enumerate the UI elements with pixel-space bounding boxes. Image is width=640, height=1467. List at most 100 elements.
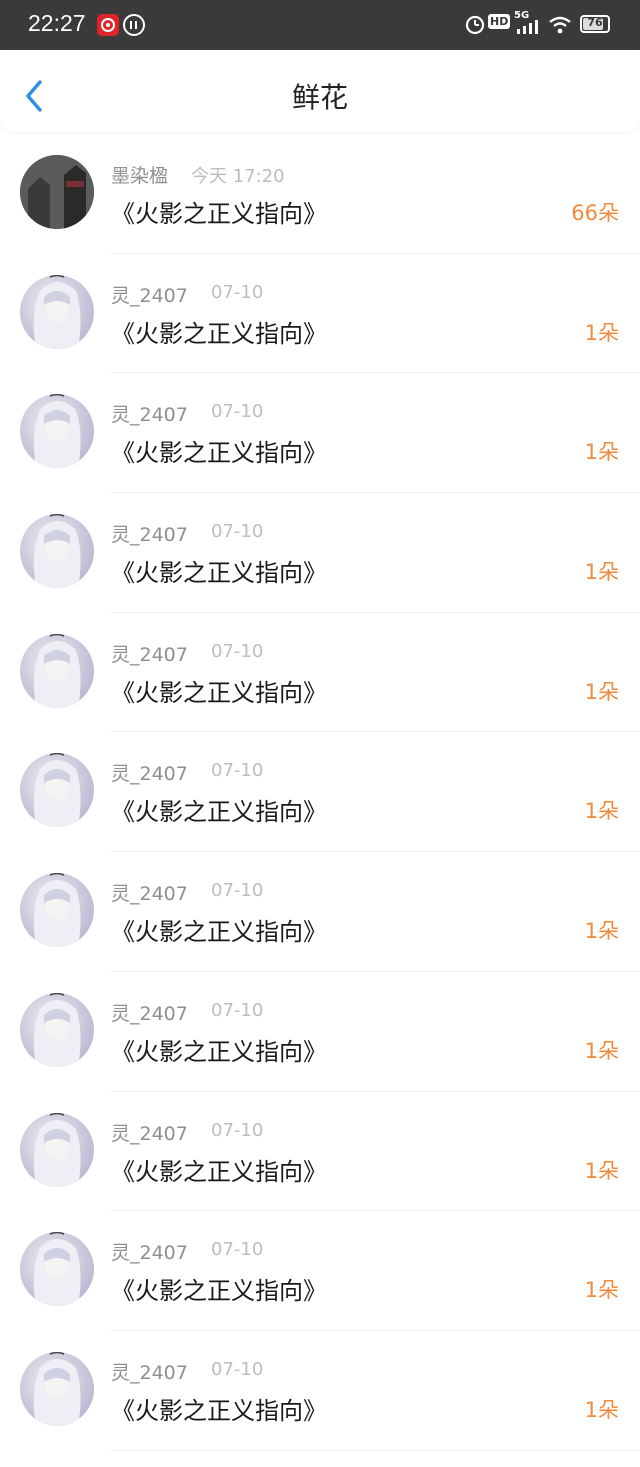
sent-date: 07-10: [211, 760, 264, 782]
avatar-anime-girl-icon: [33, 274, 81, 349]
battery-icon: 76: [580, 15, 610, 33]
divider: [111, 1090, 640, 1092]
list-item[interactable]: 灵_2407 07-10 《火影之正义指向》 1朵: [0, 868, 640, 988]
work-title[interactable]: 《火影之正义指向》: [111, 912, 327, 947]
flower-count: 1朵: [584, 320, 619, 345]
work-title[interactable]: 《火影之正义指向》: [111, 553, 327, 588]
hd-badge: HD: [488, 14, 511, 29]
avatar-anime-girl-icon: [33, 873, 81, 948]
list-item[interactable]: 灵_2407 07-10 《火影之正义指向》 1朵: [0, 1227, 640, 1347]
work-title[interactable]: 《火影之正义指向》: [111, 792, 327, 827]
list-item[interactable]: 灵_2407 07-10 《火影之正义指向》 1朵: [0, 748, 640, 868]
avatar-photo-icon: [20, 155, 94, 229]
divider: [111, 731, 640, 733]
netease-music-icon: [97, 14, 119, 36]
list-item[interactable]: 灵_2407 07-10 《火影之正义指向》 1朵: [0, 509, 640, 629]
sender-name: 灵_2407: [111, 1002, 188, 1025]
sender-name: 灵_2407: [111, 284, 188, 307]
avatar-anime-girl-icon: [33, 1351, 81, 1426]
flower-count: 1朵: [584, 1038, 619, 1063]
wifi-icon: [549, 16, 571, 34]
avatar[interactable]: [20, 274, 94, 349]
avatar[interactable]: [20, 873, 94, 948]
flower-list: 墨染楹 今天 17:20 《火影之正义指向》 66朵灵_2407 07-10 《火影之正义…: [0, 150, 640, 1467]
avatar-anime-girl-icon: [33, 992, 81, 1067]
sender-name: 灵_2407: [111, 1122, 188, 1145]
flower-count: 1朵: [584, 1158, 619, 1183]
flower-count: 1朵: [584, 1397, 619, 1422]
sender-name: 灵_2407: [111, 1361, 188, 1384]
divider: [111, 372, 640, 374]
sent-date: 07-10: [211, 1358, 264, 1380]
sender-name: 灵_2407: [111, 404, 188, 427]
page-title: 鲜花: [291, 81, 348, 114]
sent-date: 07-10: [211, 1119, 264, 1141]
avatar[interactable]: [20, 633, 94, 708]
signal-icon: [517, 20, 538, 34]
work-title[interactable]: 《火影之正义指向》: [111, 673, 327, 708]
avatar-anime-girl-icon: [33, 514, 81, 589]
flower-count: 1朵: [584, 440, 619, 465]
flower-count: 1朵: [584, 679, 619, 704]
work-title[interactable]: 《火影之正义指向》: [111, 1152, 327, 1187]
list-item[interactable]: 灵_2407 07-10 《火影之正义指向》 1朵: [0, 629, 640, 749]
sender-name: 灵_2407: [111, 763, 188, 786]
list-item[interactable]: 灵_2407 07-10 《火影之正义指向》 1朵: [0, 1108, 640, 1228]
list-item[interactable]: 灵_2407 07-10 《火影之正义指向》 1朵: [0, 1347, 640, 1467]
avatar[interactable]: [20, 514, 94, 589]
avatar-anime-girl-icon: [33, 633, 81, 708]
sent-date: 07-10: [211, 1239, 264, 1261]
avatar-anime-girl-icon: [33, 1112, 81, 1187]
sender-name: 灵_2407: [111, 1242, 188, 1265]
list-item[interactable]: 墨染楹 今天 17:20 《火影之正义指向》 66朵: [0, 150, 640, 270]
work-title[interactable]: 《火影之正义指向》: [111, 314, 327, 349]
flower-count: 66朵: [571, 201, 619, 225]
list-item[interactable]: 灵_2407 07-10 《火影之正义指向》 1朵: [0, 389, 640, 509]
avatar-anime-girl-icon: [33, 394, 81, 469]
battery-percent: 76: [587, 16, 603, 29]
sender-name: 墨染楹: [111, 165, 169, 187]
status-bar: 22:27 HD 5G 76: [0, 0, 640, 50]
divider: [111, 252, 640, 254]
list-item[interactable]: 灵_2407 07-10 《火影之正义指向》 1朵: [0, 988, 640, 1108]
sent-date: 07-10: [211, 999, 264, 1021]
work-title[interactable]: 《火影之正义指向》: [111, 194, 327, 229]
sender-name: 灵_2407: [111, 883, 188, 906]
list-item[interactable]: 灵_2407 07-10 《火影之正义指向》 1朵: [0, 270, 640, 390]
work-title[interactable]: 《火影之正义指向》: [111, 433, 327, 468]
divider: [111, 611, 640, 613]
avatar[interactable]: [20, 992, 94, 1067]
divider: [111, 1449, 640, 1451]
avatar[interactable]: [20, 1351, 94, 1426]
flower-count: 1朵: [584, 919, 619, 944]
status-time: 22:27: [28, 10, 86, 36]
flower-count: 1朵: [584, 799, 619, 824]
avatar-anime-girl-icon: [33, 1232, 81, 1307]
avatar[interactable]: [20, 155, 94, 229]
sent-date: 今天 17:20: [191, 166, 285, 187]
sender-name: 灵_2407: [111, 524, 188, 547]
sent-date: 07-10: [211, 281, 264, 303]
avatar-anime-girl-icon: [33, 753, 81, 828]
divider: [111, 970, 640, 972]
avatar[interactable]: [20, 753, 94, 828]
divider: [111, 1329, 640, 1331]
work-title[interactable]: 《火影之正义指向》: [111, 1032, 327, 1067]
flower-count: 1朵: [584, 1278, 619, 1303]
sent-date: 07-10: [211, 880, 264, 902]
work-title[interactable]: 《火影之正义指向》: [111, 1271, 327, 1306]
divider: [111, 1210, 640, 1212]
divider: [111, 492, 640, 494]
divider: [111, 851, 640, 853]
nav-bar: 鲜花: [0, 50, 640, 132]
sender-name: 灵_2407: [111, 643, 188, 666]
avatar[interactable]: [20, 1112, 94, 1187]
sent-date: 07-10: [211, 521, 264, 543]
avatar[interactable]: [20, 394, 94, 469]
work-title[interactable]: 《火影之正义指向》: [111, 1391, 327, 1426]
sent-date: 07-10: [211, 640, 264, 662]
bilibili-icon: [123, 14, 145, 36]
alarm-icon: [465, 15, 485, 35]
avatar[interactable]: [20, 1232, 94, 1307]
flower-count: 1朵: [584, 560, 619, 585]
